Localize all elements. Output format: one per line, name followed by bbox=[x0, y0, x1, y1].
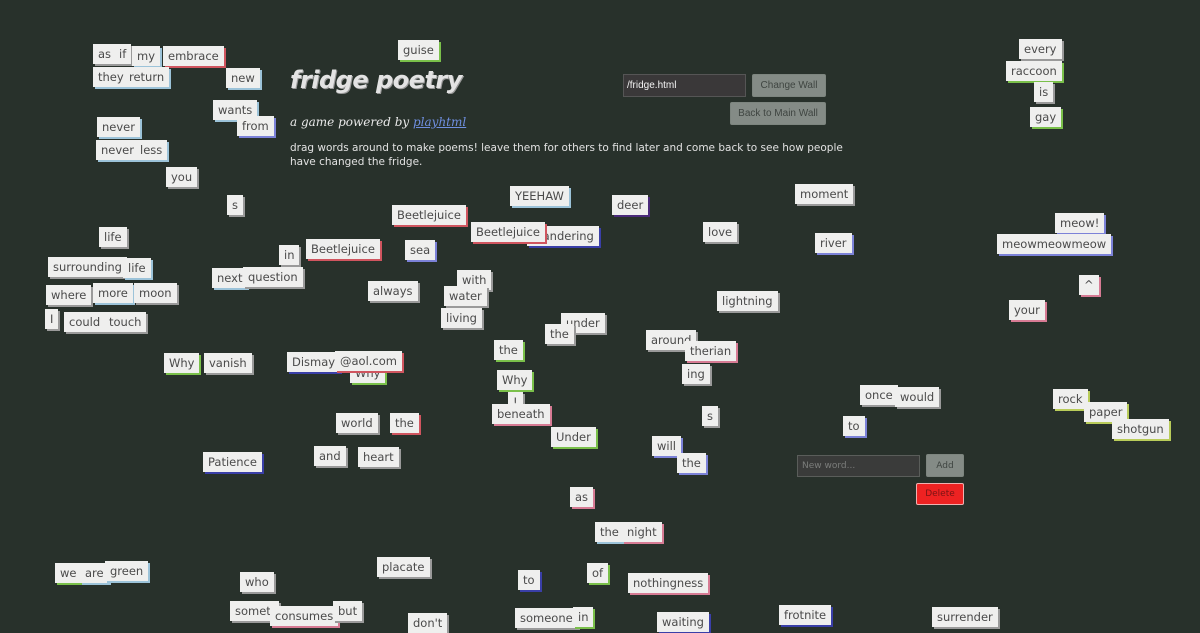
word-magnet[interactable]: deer bbox=[612, 195, 649, 215]
word-magnet[interactable]: the bbox=[390, 413, 419, 433]
word-magnet[interactable]: life bbox=[99, 227, 127, 247]
word-magnet[interactable]: new bbox=[226, 68, 260, 88]
word-magnet[interactable]: as bbox=[93, 44, 117, 64]
page-description: drag words around to make poems! leave t… bbox=[290, 142, 843, 168]
word-magnet[interactable]: raccoon bbox=[1006, 61, 1062, 81]
page-subtitle: a game powered by playhtml bbox=[290, 115, 466, 129]
word-magnet[interactable]: meow! bbox=[1055, 213, 1105, 233]
word-magnet[interactable]: Why bbox=[164, 353, 200, 373]
word-magnet[interactable]: Dismay bbox=[287, 352, 341, 372]
word-magnet[interactable]: never bbox=[97, 117, 140, 137]
word-magnet[interactable]: my bbox=[132, 46, 161, 66]
word-magnet[interactable]: green bbox=[105, 561, 149, 581]
word-magnet[interactable]: but bbox=[333, 601, 363, 621]
word-magnet[interactable]: guise bbox=[398, 40, 439, 60]
word-magnet[interactable]: placate bbox=[377, 557, 430, 577]
word-magnet[interactable]: never bbox=[96, 140, 139, 160]
page-title: fridge poetry bbox=[290, 66, 462, 94]
change-wall-button[interactable]: Change Wall bbox=[752, 74, 826, 97]
word-magnet[interactable]: always bbox=[368, 281, 418, 301]
word-magnet[interactable]: living bbox=[441, 308, 482, 328]
word-magnet[interactable]: we bbox=[55, 563, 82, 583]
new-word-input[interactable] bbox=[797, 455, 920, 477]
word-magnet[interactable]: sea bbox=[405, 240, 436, 260]
word-magnet[interactable]: s bbox=[227, 195, 243, 215]
word-magnet[interactable]: where bbox=[46, 285, 92, 305]
word-magnet[interactable]: you bbox=[166, 167, 198, 187]
word-magnet[interactable]: question bbox=[243, 267, 303, 287]
word-magnet[interactable]: embrace bbox=[163, 46, 224, 66]
word-magnet[interactable]: gay bbox=[1030, 107, 1062, 127]
word-magnet[interactable]: surrounding bbox=[48, 257, 127, 277]
word-magnet[interactable]: to bbox=[518, 570, 540, 590]
add-word-button[interactable]: Add bbox=[926, 454, 964, 477]
word-magnet[interactable]: water bbox=[444, 286, 487, 306]
word-magnet[interactable]: your bbox=[1009, 300, 1045, 320]
word-magnet[interactable]: Beetlejuice bbox=[471, 222, 545, 242]
word-magnet[interactable]: someone bbox=[515, 608, 578, 628]
word-magnet[interactable]: s bbox=[702, 406, 718, 426]
word-magnet[interactable]: and bbox=[314, 446, 346, 466]
word-magnet[interactable]: frotnite bbox=[779, 605, 832, 625]
word-magnet[interactable]: less bbox=[135, 140, 168, 160]
word-magnet[interactable]: lightning bbox=[717, 291, 778, 311]
subtitle-text: a game powered by bbox=[290, 115, 413, 129]
word-magnet[interactable]: YEEHAW bbox=[510, 186, 569, 206]
word-magnet[interactable]: the bbox=[595, 522, 624, 542]
word-magnet[interactable]: return bbox=[124, 67, 170, 87]
word-magnet[interactable]: is bbox=[1034, 82, 1054, 102]
word-magnet[interactable]: love bbox=[703, 222, 738, 242]
word-magnet[interactable]: river bbox=[815, 233, 852, 253]
word-magnet[interactable]: once bbox=[860, 385, 898, 405]
word-magnet[interactable]: Why bbox=[497, 370, 533, 390]
word-magnet[interactable]: moon bbox=[134, 283, 177, 303]
word-magnet[interactable]: every bbox=[1019, 39, 1062, 59]
word-magnet[interactable]: heart bbox=[358, 447, 399, 467]
word-magnet[interactable]: the bbox=[677, 453, 706, 473]
word-magnet[interactable]: of bbox=[587, 563, 609, 583]
word-magnet[interactable]: don't bbox=[408, 613, 448, 633]
word-magnet[interactable]: could bbox=[64, 312, 106, 332]
word-magnet[interactable]: beneath bbox=[492, 404, 550, 424]
word-magnet[interactable]: therian bbox=[685, 341, 737, 361]
back-to-main-wall-button[interactable]: Back to Main Wall bbox=[730, 102, 826, 125]
word-magnet[interactable]: surrender bbox=[932, 607, 998, 627]
word-magnet[interactable]: ing bbox=[682, 364, 710, 384]
word-magnet[interactable]: consumes bbox=[270, 606, 339, 626]
delete-word-button[interactable]: Delete bbox=[916, 483, 964, 505]
word-magnet[interactable]: vanish bbox=[204, 353, 252, 373]
word-magnet[interactable]: the bbox=[494, 340, 523, 360]
word-magnet[interactable]: Beetlejuice bbox=[306, 239, 380, 259]
word-magnet[interactable]: nothingness bbox=[628, 573, 709, 593]
word-magnet[interactable]: rock bbox=[1053, 389, 1088, 409]
word-magnet[interactable]: from bbox=[237, 116, 274, 136]
word-magnet[interactable]: if bbox=[114, 44, 132, 64]
word-magnet[interactable]: to bbox=[843, 416, 865, 436]
word-magnet[interactable]: shotgun bbox=[1112, 419, 1169, 439]
word-magnet[interactable]: meowmeowmeow bbox=[997, 234, 1112, 254]
word-magnet[interactable]: would bbox=[895, 387, 940, 407]
wall-path-input[interactable] bbox=[623, 74, 746, 97]
word-magnet[interactable]: Under bbox=[551, 427, 596, 447]
word-magnet[interactable]: touch bbox=[104, 312, 147, 332]
word-magnet[interactable]: world bbox=[336, 413, 378, 433]
word-magnet[interactable]: who bbox=[240, 572, 274, 592]
playhtml-link[interactable]: playhtml bbox=[413, 115, 466, 129]
word-magnet[interactable]: in bbox=[573, 607, 594, 627]
word-magnet[interactable]: waiting bbox=[657, 612, 709, 632]
word-magnet[interactable]: night bbox=[622, 522, 662, 542]
word-magnet[interactable]: ^ bbox=[1079, 275, 1099, 295]
word-magnet[interactable]: I bbox=[45, 309, 59, 329]
word-magnet[interactable]: Beetlejuice bbox=[392, 205, 466, 225]
word-magnet[interactable]: as bbox=[570, 487, 594, 507]
word-magnet[interactable]: more bbox=[93, 283, 133, 303]
word-magnet[interactable]: moment bbox=[795, 184, 854, 204]
word-magnet[interactable]: Patience bbox=[203, 452, 262, 472]
word-magnet[interactable]: @aol.com bbox=[335, 351, 402, 371]
word-magnet[interactable]: in bbox=[279, 245, 300, 265]
word-magnet[interactable]: the bbox=[545, 324, 574, 344]
word-magnet[interactable]: life bbox=[123, 258, 151, 278]
